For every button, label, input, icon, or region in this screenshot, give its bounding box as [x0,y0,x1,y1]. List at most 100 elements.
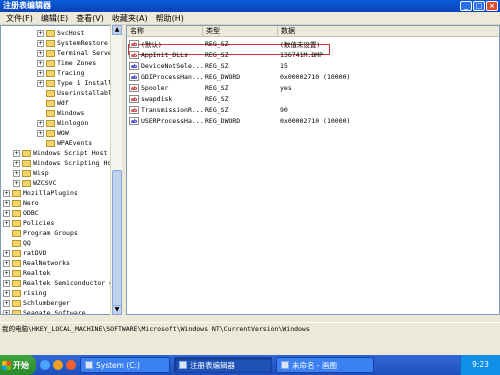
tree-item[interactable]: + Windows Script Host [13,148,107,158]
value-name-cell: ab DeviceNotSele... [129,61,204,70]
tree-item[interactable]: + ratDVD [3,248,46,258]
menu-view[interactable]: 查看(V) [72,12,108,25]
menu-help[interactable]: 帮助(H) [152,12,188,25]
tree-item[interactable]: Windows [37,108,84,118]
tree-item[interactable]: + MozillaPlugins [3,188,78,198]
minimize-button[interactable]: _ [460,1,472,11]
expand-icon[interactable]: + [13,179,20,187]
task-regedit[interactable]: 注册表编辑器 [174,357,272,373]
expand-icon[interactable]: + [3,249,10,257]
menu-favorites[interactable]: 收藏夹(A) [108,12,152,25]
expand-icon[interactable]: + [37,29,44,37]
tree-item[interactable]: + WOW [37,128,69,138]
expand-icon[interactable]: + [3,199,10,207]
expand-icon[interactable]: + [13,159,20,167]
tree-item[interactable]: + Terminal Serve [37,48,112,58]
tree-item[interactable]: + ODBC [3,208,39,218]
value-row[interactable]: ab (默认) REG_SZ (数值未设置) [127,38,499,49]
tree-item[interactable]: + Winlogon [37,118,88,128]
tree-item[interactable]: + Policies [3,218,54,228]
expand-icon[interactable]: + [13,149,20,157]
tree-item[interactable]: + Realtek Semiconductor C [3,278,113,288]
value-name-cell: ab Spooler [129,83,168,92]
value-row[interactable]: ab swapdisk REG_SZ [127,93,499,104]
expand-icon[interactable]: + [37,69,44,77]
tree-item[interactable]: + Windows Scripting Ho [13,158,111,168]
task-paint[interactable]: 未命名 - 画图 [276,357,374,373]
scroll-up-icon[interactable]: ▲ [112,25,122,35]
column-type-header[interactable]: 类型 [203,26,278,37]
tree-item-label: rising [23,289,47,297]
value-row[interactable]: ab AppInit_DLLs REG_SZ 136741M.BMP [127,49,499,60]
expand-icon[interactable]: + [37,79,44,87]
value-row[interactable]: ab USERProcessHa... REG_DWORD 0x00002710 (1… [127,115,499,126]
value-name: GDIProcessHan... [141,72,204,81]
ie-icon[interactable] [40,360,50,370]
expand-icon[interactable]: + [37,49,44,57]
expand-icon[interactable]: + [3,269,10,277]
expand-icon[interactable]: + [3,259,10,267]
expand-icon[interactable]: + [37,39,44,47]
tree-item[interactable]: Wdf [37,98,69,108]
scroll-down-icon[interactable]: ▼ [112,305,122,315]
expand-icon[interactable]: + [3,189,10,197]
tree-scrollbar[interactable]: ▲ ▼ [110,25,122,315]
values-list[interactable]: 名称 类型 数据 ab (默认) REG_SZ (数值未设置) ab AppInit_DL… [126,25,500,315]
close-button[interactable]: × [486,1,498,11]
tree-item[interactable]: + Wisp [13,168,49,178]
tree-item[interactable]: Program Groups [3,228,78,238]
expand-icon[interactable]: + [37,59,44,67]
tree-item[interactable]: + rising [3,288,46,298]
tree-item[interactable]: WPAEvents [37,138,92,148]
tree-item[interactable]: + Tracing [37,68,84,78]
tree-item[interactable]: + SystemRestore [37,38,108,48]
expand-icon[interactable]: + [37,129,44,137]
scroll-thumb[interactable] [112,170,122,310]
value-type: REG_SZ [205,39,229,48]
expand-icon[interactable]: + [3,289,10,297]
expand-icon[interactable]: + [3,209,10,217]
maximize-button[interactable]: □ [473,1,485,11]
tree-item-label: Wdf [57,99,69,107]
value-row[interactable]: ab Spooler REG_SZ yes [127,82,499,93]
tree-item[interactable]: QQ [3,238,31,248]
folder-icon [12,269,21,277]
tree-item-label: Winlogon [57,119,89,127]
firefox-icon[interactable] [66,360,76,370]
tree-item[interactable]: + RealNetworks [3,258,70,268]
tree-item[interactable]: + WZCSVC [13,178,56,188]
value-row[interactable]: ab DeviceNotSele... REG_SZ 15 [127,60,499,71]
expand-icon[interactable]: + [3,279,10,287]
tree-item[interactable]: + Seagate Software [3,308,86,315]
media-player-icon[interactable] [53,360,63,370]
tree-item[interactable]: Userinstallabl [37,88,112,98]
value-name-cell: ab swapdisk [129,94,172,103]
binary-value-icon: ab [129,116,139,125]
value-row[interactable]: ab GDIProcessHan... REG_DWORD 0x00002710 (1… [127,71,499,82]
tree-item[interactable]: + Nero [3,198,39,208]
expand-icon[interactable]: + [3,309,10,314]
registry-tree[interactable]: + SvcHost + SystemRestore + Terminal Serve + Ti… [0,25,122,315]
tree-item-label: Seagate Software [23,309,86,315]
expand-icon[interactable]: + [3,219,10,227]
tree-item[interactable]: + Realtek [3,268,50,278]
system-tray[interactable]: 9:23 [460,355,500,375]
expand-icon[interactable]: + [13,169,20,177]
task-label: System (C:) [96,360,140,370]
start-button[interactable]: 开始 [0,355,36,375]
tree-item[interactable]: + SvcHost [37,28,84,38]
tree-item[interactable]: + Time Zones [37,58,96,68]
tree-item-label: WPAEvents [57,139,93,147]
value-row[interactable]: ab TransmissionR... REG_SZ 90 [127,104,499,115]
column-name-header[interactable]: 名称 [127,26,203,37]
menu-file[interactable]: 文件(F) [2,12,37,25]
expand-icon[interactable]: + [37,119,44,127]
tree-item[interactable]: + Type 1 Install [37,78,112,88]
value-name-cell: ab USERProcessHa... [129,116,204,125]
title-bar[interactable]: 注册表编辑器 _ □ × [0,0,500,12]
menu-edit[interactable]: 编辑(E) [37,12,72,25]
expand-icon[interactable]: + [3,299,10,307]
task-system-drive[interactable]: System (C:) [80,357,170,373]
column-data-header[interactable]: 数据 [278,26,499,37]
tree-item[interactable]: + Schlumberger [3,298,70,308]
